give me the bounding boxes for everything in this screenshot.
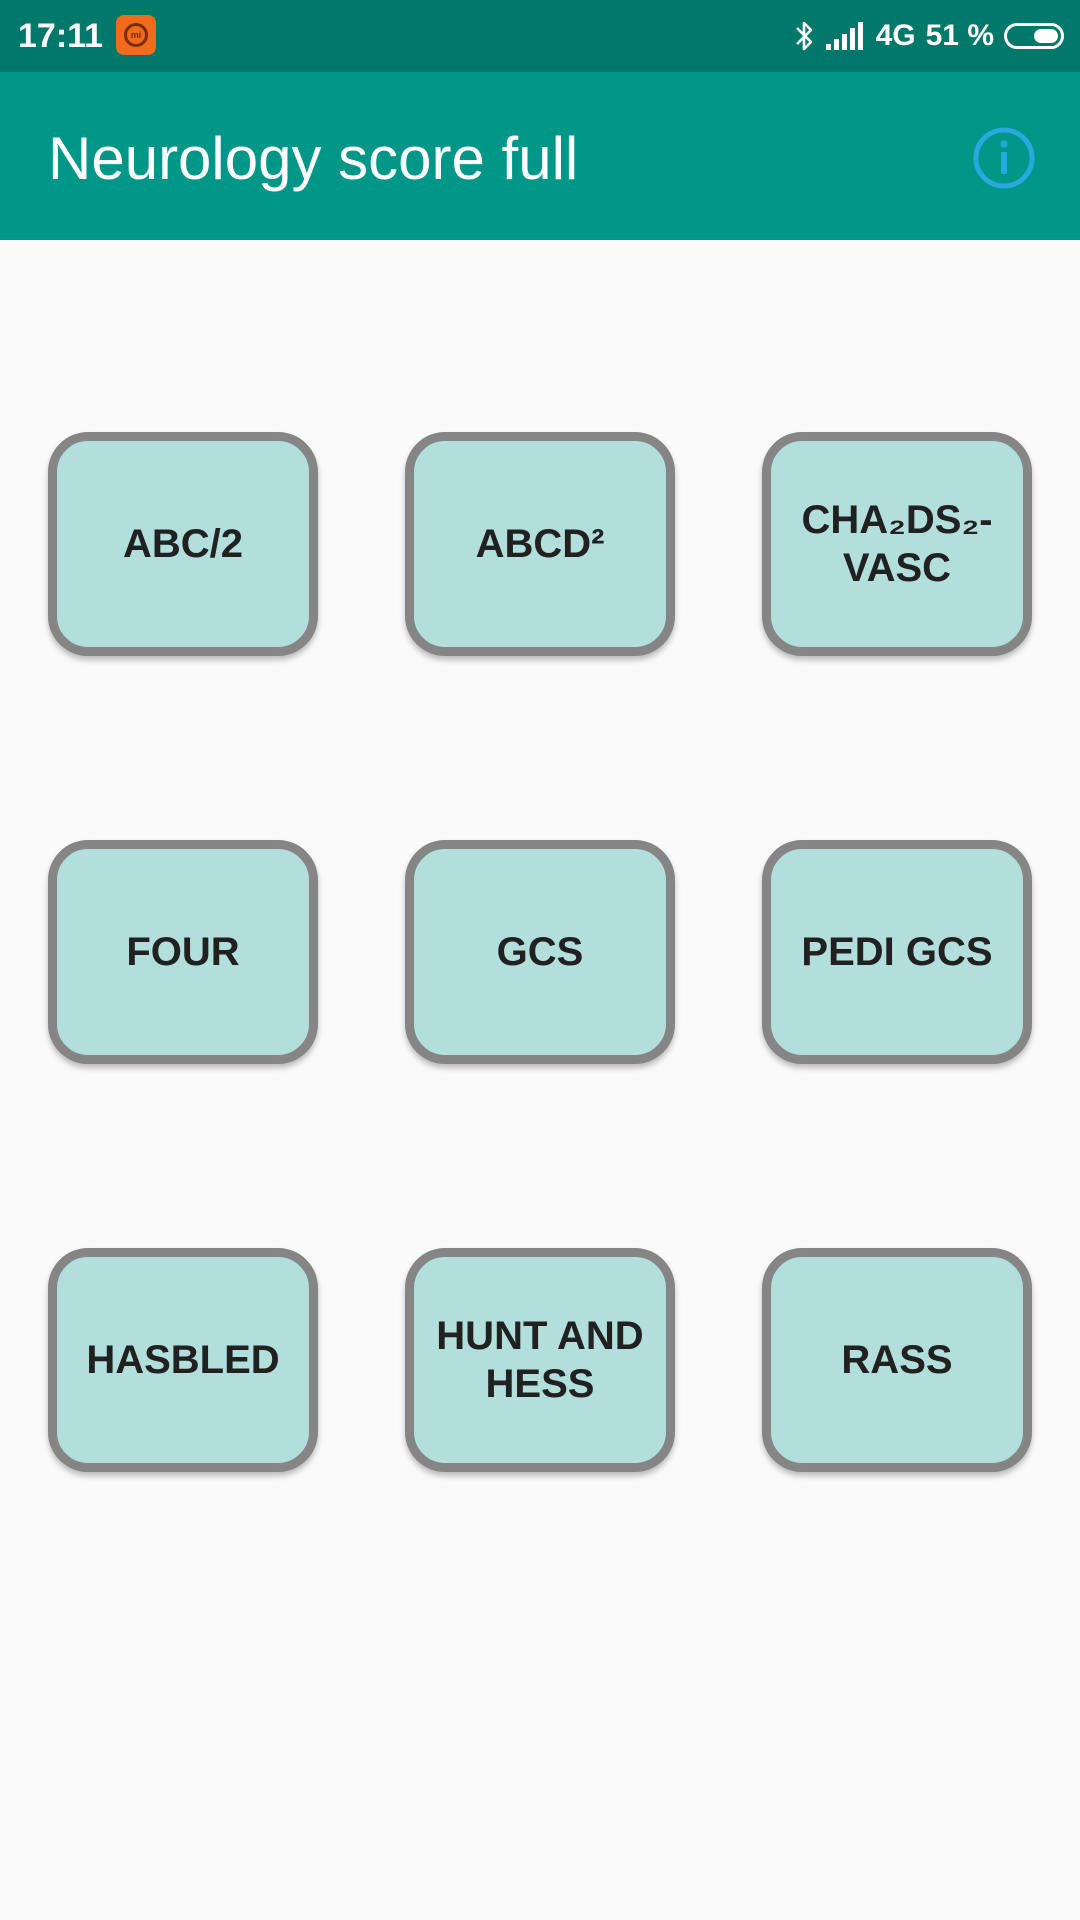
score-label: GCS bbox=[496, 930, 584, 974]
bluetooth-icon bbox=[795, 21, 812, 51]
page-title: Neurology score full bbox=[48, 125, 579, 192]
status-bar: 17:11 mi 4G 51 % bbox=[0, 0, 1080, 72]
mi-app-icon: mi bbox=[116, 15, 156, 55]
app-bar: Neurology score full bbox=[0, 72, 1080, 240]
score-label: CHA₂DS₂-VASC bbox=[801, 498, 993, 590]
score-label: ABC/2 bbox=[122, 522, 244, 566]
score-label: HASBLED bbox=[86, 1338, 280, 1382]
score-button-cha2ds2-vasc[interactable]: CHA₂DS₂-VASC bbox=[762, 432, 1032, 656]
score-button-rass[interactable]: RASS bbox=[762, 1248, 1032, 1472]
score-button-pedi-gcs[interactable]: PEDI GCS bbox=[762, 840, 1032, 1064]
score-button-gcs[interactable]: GCS bbox=[405, 840, 675, 1064]
screen: 17:11 mi 4G 51 % Neurology score full AB… bbox=[0, 0, 1080, 1920]
info-icon bbox=[973, 127, 1035, 189]
score-label: RASS bbox=[841, 1338, 953, 1382]
status-time: 17:11 bbox=[18, 17, 104, 55]
battery-icon bbox=[1004, 23, 1064, 49]
score-button-hasbled[interactable]: HASBLED bbox=[48, 1248, 318, 1472]
score-label: ABCD² bbox=[475, 522, 605, 566]
battery-level bbox=[1033, 29, 1058, 43]
score-label: FOUR bbox=[126, 930, 240, 974]
score-grid: ABC/2 ABCD² CHA₂DS₂-VASC FOUR GCS PEDI G… bbox=[48, 432, 1032, 1472]
score-button-hunt-and-hess[interactable]: HUNT AND HESS bbox=[405, 1248, 675, 1472]
info-button[interactable] bbox=[968, 122, 1040, 194]
score-label: PEDI GCS bbox=[801, 930, 993, 974]
score-button-abcd2[interactable]: ABCD² bbox=[405, 432, 675, 656]
network-type: 4G bbox=[875, 19, 916, 52]
score-label: HUNT AND HESS bbox=[436, 1314, 644, 1406]
battery-percent: 51 % bbox=[925, 19, 994, 52]
score-button-four[interactable]: FOUR bbox=[48, 840, 318, 1064]
status-icons: 4G 51 % bbox=[794, 14, 1064, 58]
signal-icon bbox=[825, 22, 863, 50]
score-button-abc2[interactable]: ABC/2 bbox=[48, 432, 318, 656]
